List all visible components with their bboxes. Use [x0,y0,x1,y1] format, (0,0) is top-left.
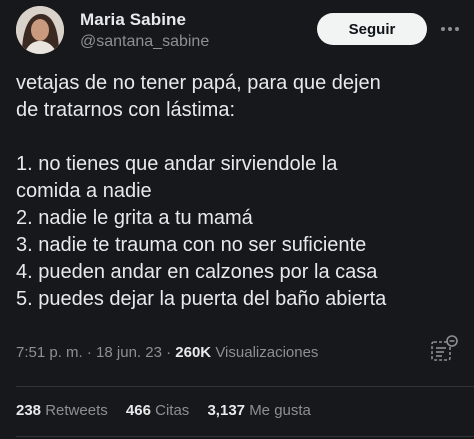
divider [16,386,474,387]
tweet-line: 5. puedes dejar la puerta del baño abier… [16,288,387,310]
tweet-text: vetajas de no tener papá, para que dejen… [16,70,466,313]
likes-count: 3,137 [207,402,246,419]
likes-stat[interactable]: 3,137 Me gusta [207,402,310,419]
tweet-line: 1. no tienes que andar sirviendole la [16,153,338,175]
author-name[interactable]: Maria Sabine [80,10,186,30]
likes-label: Me gusta [249,402,311,419]
tweet-stats: 238 Retweets 466 Citas 3,137 Me gusta [16,402,325,419]
tweet-line: de tratarnos con lástima: [16,99,235,121]
analytics-icon[interactable] [428,334,460,364]
tweet-date[interactable]: 18 jun. 23 [96,344,162,361]
avatar[interactable] [16,6,64,54]
tweet-line: comida a nadie [16,180,152,202]
quotes-label: Citas [155,402,190,419]
tweet-line: 3. nadie te trauma con no ser suficiente [16,234,367,256]
retweets-count: 238 [16,402,42,419]
views-label: Visualizaciones [215,344,319,361]
quotes-count: 466 [125,402,151,419]
views-count: 260K [175,344,212,361]
meta-separator: · [86,344,92,361]
follow-button[interactable]: Seguir [317,13,427,45]
tweet-line: vetajas de no tener papá, para que dejen [16,72,381,94]
meta-separator: · [166,344,172,361]
author-handle[interactable]: @santana_sabine [80,33,209,51]
retweets-stat[interactable]: 238 Retweets [16,402,112,419]
tweet-line: 2. nadie le grita a tu mamá [16,207,253,229]
tweet-meta: 7:51 p. m. · 18 jun. 23 · 260K Visualiza… [16,344,318,361]
avatar-image [16,6,64,54]
tweet-line: 4. pueden andar en calzones por la casa [16,261,378,283]
retweets-label: Retweets [45,402,108,419]
tweet-time[interactable]: 7:51 p. m. [16,344,83,361]
quotes-stat[interactable]: 466 Citas [126,402,194,419]
more-options-icon[interactable] [434,13,466,45]
divider [16,436,474,437]
